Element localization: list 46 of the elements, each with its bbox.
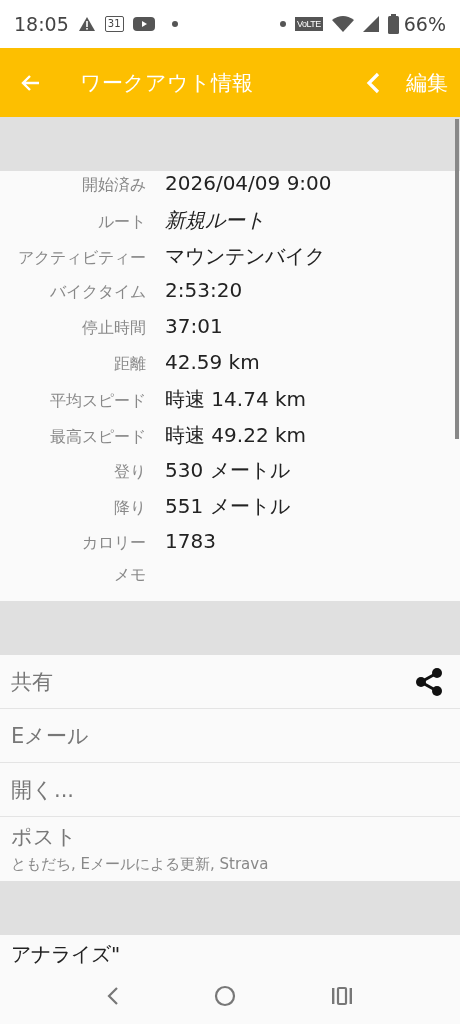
field-label: 降り [113, 498, 146, 520]
field-label: 登り [113, 462, 146, 484]
field-label: 最高スピード [49, 426, 146, 448]
warning-icon [77, 16, 96, 32]
menu-item[interactable]: ポスト ともだち, Eメールによる更新, Strava [0, 817, 460, 881]
menu-item[interactable]: Eメール [0, 709, 460, 763]
field-value: 新規ルート [165, 206, 265, 234]
network-badge: VoLTE [294, 17, 323, 31]
home-circle-icon [214, 985, 236, 1007]
field-label: 開始済み [81, 175, 146, 196]
screen-title: ワークアウト情報 [80, 69, 254, 97]
field-value: 37:01 [165, 314, 223, 339]
field-label: 距離 [113, 354, 146, 375]
field-value: 551 メートル [165, 493, 290, 521]
status-time: 18:05 [14, 13, 69, 35]
field-value: 530 メートル [165, 457, 290, 485]
field-label: バイクタイム [49, 282, 146, 304]
signal-icon [362, 16, 379, 32]
battery-level: 66% [403, 13, 446, 35]
menu-item[interactable]: 共有 [0, 655, 460, 709]
field-label: 平均スピード [49, 390, 146, 412]
menu-item[interactable]: 開く... [0, 763, 460, 817]
field-label: カロリー [81, 532, 146, 554]
field-value: マウンテンバイク [165, 242, 325, 270]
battery-icon [387, 14, 399, 34]
field-value: 42.59 km [165, 350, 260, 374]
section-title: アナライズ" [11, 942, 121, 966]
field-label: アクティビティー [17, 247, 146, 269]
field-value: 2:53:20 [165, 278, 243, 303]
recent-apps-icon [330, 986, 353, 1006]
chevron-left-icon [366, 71, 380, 94]
field-label: ルート [97, 211, 146, 233]
field-value: 時速 14.74 km [165, 385, 307, 413]
back-chevron-icon [107, 986, 120, 1006]
field-label: メモ [113, 564, 146, 586]
wifi-icon [331, 15, 354, 33]
back-arrow-icon [20, 73, 40, 92]
share-icon [414, 666, 444, 697]
field-value: 1783 [165, 528, 216, 553]
field-label: 停止時間 [81, 318, 146, 340]
field-value: 時速 49.22 km [165, 421, 307, 449]
dot-icon [279, 21, 286, 27]
play-icon [132, 16, 155, 32]
field-value: 2026/04/09 9:00 [165, 171, 332, 195]
dot-icon [171, 21, 178, 27]
calendar-icon: 31 [104, 16, 124, 32]
